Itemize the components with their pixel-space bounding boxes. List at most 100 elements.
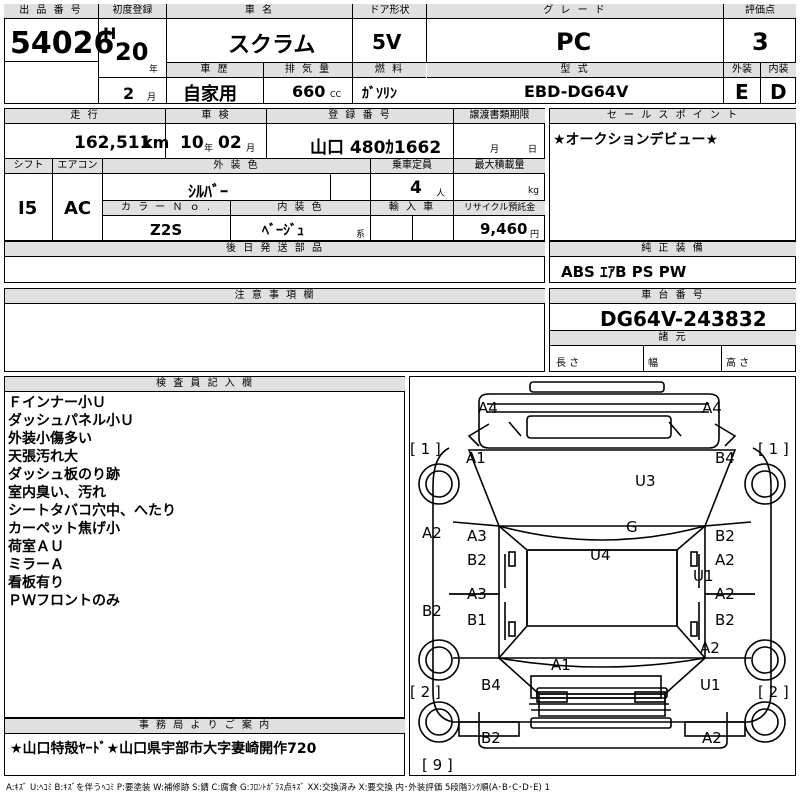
sales-point-box xyxy=(549,108,796,241)
diagram-mark: B2 xyxy=(422,602,442,620)
fuel: ｶﾞｿﾘﾝ xyxy=(362,86,397,102)
year-unit: 年 xyxy=(149,65,159,75)
specs-label: 諸 元 xyxy=(550,331,796,346)
transfer-month-unit: 月 xyxy=(490,145,500,155)
diagram-mark: [ 2 ] xyxy=(758,683,789,701)
fuel-label: 燃 料 xyxy=(353,63,426,78)
displacement-unit: CC xyxy=(330,90,342,99)
reg-year: 20 xyxy=(115,38,149,66)
mileage: 162,511 xyxy=(74,133,152,153)
score: 3 xyxy=(752,28,769,56)
diagram-mark: A1 xyxy=(466,449,486,467)
diagram-mark: U3 xyxy=(635,472,656,490)
diagram-mark: [ 2 ] xyxy=(410,683,441,701)
color-no-label: カ ラ ー Ｎ ｏ . xyxy=(103,201,230,216)
inspector-note: ダッシュ板のり跡 xyxy=(8,467,120,483)
notes-label: 注 意 事 項 欄 xyxy=(5,289,545,304)
inspector-note: ＰＷフロントのみ xyxy=(8,593,120,609)
transfer-label: 譲渡書類期限 xyxy=(454,109,545,124)
car-diagram xyxy=(418,381,786,749)
month-unit: 月 xyxy=(147,93,157,103)
displacement-label: 排 気 量 xyxy=(264,63,352,78)
door-type: 5V xyxy=(372,30,402,54)
reg-no-label: 登 録 番 号 xyxy=(267,109,453,124)
score-label: 評価点 xyxy=(724,4,796,19)
diagram-mark: B2 xyxy=(481,729,501,747)
inspection-year: 10 xyxy=(180,133,204,153)
diagram-mark: U1 xyxy=(700,676,721,694)
inspector-note: 室内臭い、汚れ xyxy=(8,485,106,501)
ac: AC xyxy=(64,198,92,219)
diagram-mark: [ 1 ] xyxy=(758,440,789,458)
inspector-note: 荷室ＡＵ xyxy=(8,539,64,555)
door-label: ドア形状 xyxy=(353,4,426,19)
diagram-mark: B2 xyxy=(715,527,735,545)
width-label: 幅 xyxy=(648,358,658,369)
inspector-note: ダッシュパネル小Ｕ xyxy=(8,413,134,429)
mileage-unit: km xyxy=(142,133,170,152)
diagram-mark: A4 xyxy=(478,399,498,417)
import-label: 輸 入 車 xyxy=(371,201,453,216)
length-label: 長 さ xyxy=(556,358,580,369)
diagram-mark: A2 xyxy=(422,524,442,542)
lot-label: 出 品 番 号 xyxy=(4,4,98,19)
diagram-mark: A3 xyxy=(467,527,487,545)
equipment: ABS ｴｱB PS PW xyxy=(561,263,687,281)
diagram-mark: A4 xyxy=(702,399,722,417)
diagram-mark: B4 xyxy=(715,449,735,467)
interior-color: ﾍﾞｰｼﾞｭ xyxy=(262,223,304,239)
interior-color-label: 内 装 色 xyxy=(231,201,370,216)
interior-score: D xyxy=(770,80,787,104)
inspection-label: 車 検 xyxy=(166,109,266,124)
diagram-mark: G xyxy=(626,518,638,536)
ac-label: エアコン xyxy=(53,159,102,174)
car-name: スクラム xyxy=(228,33,316,58)
first-reg-label: 初度登録 xyxy=(99,4,166,19)
chassis-label: 車 台 番 号 xyxy=(550,289,796,304)
color: ｼﾙﾊﾞｰ xyxy=(188,182,229,201)
legend: A:ｷｽﾞ U:ﾍｺﾐ B:ｷｽﾞを伴うﾍｺﾐ P:要塗装 W:補修跡 S:錆 … xyxy=(6,783,550,793)
history: 自家用 xyxy=(183,84,237,105)
capacity-unit: 人 xyxy=(436,189,446,199)
reg-no: 山口 480ｶ1662 xyxy=(310,138,442,158)
diagram-mark: A2 xyxy=(715,551,735,569)
diagram-mark: B4 xyxy=(481,676,501,694)
model: EBD-DG64V xyxy=(524,82,629,101)
inspection-year-unit: 年 xyxy=(204,144,214,154)
shift: I5 xyxy=(18,198,38,219)
diagram-mark: [ 9 ] xyxy=(422,756,453,774)
diagram-mark: B2 xyxy=(467,551,487,569)
diagram-mark: U1 xyxy=(693,567,714,585)
capacity: 4 xyxy=(410,178,422,198)
color-label: 外 装 色 xyxy=(103,159,370,174)
height-label: 高 さ xyxy=(726,358,750,369)
interior-label: 内装 xyxy=(761,63,796,78)
grade-label: グ レ ー ド xyxy=(427,4,723,19)
transfer-day-unit: 日 xyxy=(528,145,538,155)
capacity-label: 乗車定員 xyxy=(371,159,453,174)
inspector-note: Ｆインナー小Ｕ xyxy=(8,395,106,411)
displacement: 660 xyxy=(292,82,326,101)
history-label: 車 歴 xyxy=(167,63,263,78)
office-note: ★山口特殻ﾔｰﾄﾞ★山口県宇部市大字妻崎開作720 xyxy=(10,741,317,757)
mileage-label: 走 行 xyxy=(5,109,165,124)
chassis-number: DG64V-243832 xyxy=(600,307,767,331)
shift-label: シフト xyxy=(5,159,52,174)
recycle-label: リサイクル預託金 xyxy=(454,201,545,216)
diagram-mark: A1 xyxy=(551,656,571,674)
exterior-score: E xyxy=(735,80,749,104)
inspector-note: カーペット焦げ小 xyxy=(8,521,120,537)
inspector-note: 天張汚れ大 xyxy=(8,449,78,465)
inspection-month-unit: 月 xyxy=(246,144,256,154)
inspector-note: 看板有り xyxy=(8,575,64,591)
diagram-mark: A2 xyxy=(700,639,720,657)
reg-month: 2 xyxy=(123,84,135,103)
inspector-notes: Ｆインナー小Ｕ ダッシュパネル小Ｕ 外装小傷多い 天張汚れ大 ダッシュ板のり跡 … xyxy=(8,394,398,610)
diagram-mark: B2 xyxy=(715,611,735,629)
office-label: 事 務 局 よ り ご 案 内 xyxy=(5,719,405,734)
diagram-mark: A2 xyxy=(702,729,722,747)
interior-color-unit: 系 xyxy=(356,230,366,240)
car-name-label: 車 名 xyxy=(167,4,352,19)
sales-point-label: セ ー ル ス ポ イ ン ト xyxy=(550,109,796,124)
recycle: 9,460 xyxy=(480,220,528,238)
